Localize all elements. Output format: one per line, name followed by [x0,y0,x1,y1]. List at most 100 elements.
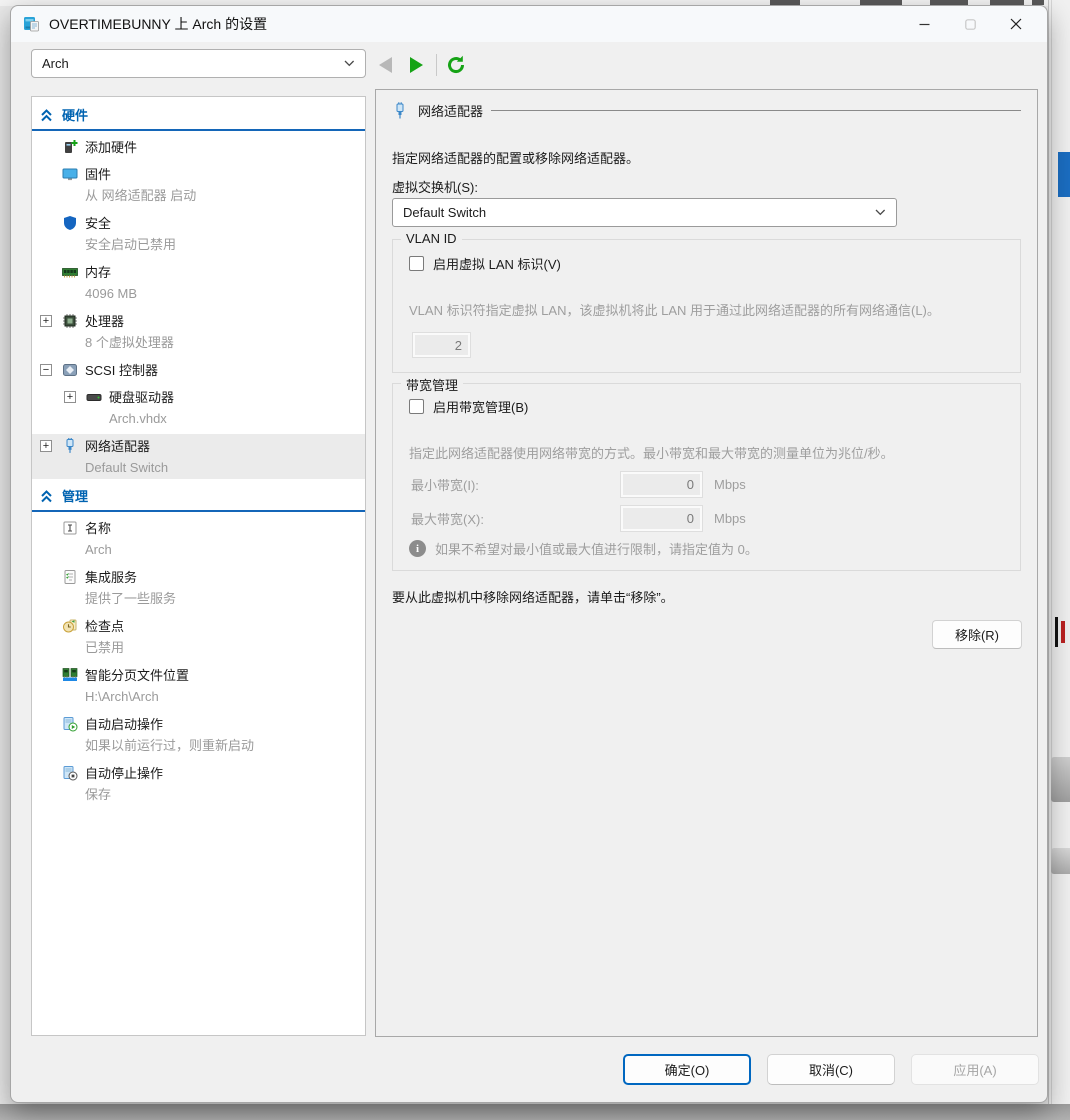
settings-sidebar: 硬件 添加硬件 [31,96,366,1036]
expand-icon[interactable]: + [64,391,76,403]
virtual-switch-value: Default Switch [403,205,875,220]
max-bandwidth-input [621,506,702,531]
window-title: OVERTIMEBUNNY 上 Arch 的设置 [49,14,267,34]
item-label: 网络适配器 [85,436,150,455]
item-label: 集成服务 [85,567,137,586]
refresh-button[interactable] [445,54,467,76]
chevron-down-icon [344,60,355,67]
background-band [1051,757,1070,802]
toolbar-separator [436,54,437,76]
firmware-icon [62,166,78,182]
item-sublabel: Default Switch [32,457,365,479]
item-sublabel: Arch [32,539,365,561]
network-adapter-icon [62,438,78,454]
collapse-icon[interactable]: − [40,364,52,376]
collapse-section-icon[interactable] [40,489,53,503]
vlan-id-input [413,333,470,357]
max-bandwidth-row: 最大带宽(X): Mbps [411,506,746,531]
remove-hint-text: 要从此虚拟机中移除网络适配器，请单击“移除”。 [392,587,674,606]
add-hardware-icon [62,139,78,155]
virtual-switch-dropdown[interactable]: Default Switch [392,198,897,227]
item-label: 安全 [85,213,111,232]
sidebar-item-checkpoints[interactable]: 检查点 已禁用 [32,614,365,659]
chevron-down-icon [875,209,886,216]
min-bandwidth-label: 最小带宽(I): [411,475,621,494]
sidebar-section-management: 管理 [32,483,365,512]
item-sublabel: 8 个虚拟处理器 [32,332,365,354]
item-label: 自动启动操作 [85,714,163,733]
minimize-button[interactable] [901,6,947,42]
bandwidth-group-label: 带宽管理 [401,375,463,394]
auto-start-icon [62,716,78,732]
info-icon: i [409,540,426,557]
max-bandwidth-label: 最大带宽(X): [411,509,621,528]
item-label: 内存 [85,262,111,281]
item-label: 名称 [85,518,111,537]
apply-button: 应用(A) [911,1054,1039,1085]
content-title: 网络适配器 [418,101,483,120]
sidebar-item-processor[interactable]: + 处理器 8 个虚拟处理器 [32,309,365,354]
vlan-description: VLAN 标识符指定虚拟 LAN，该虚拟机将此 LAN 用于通过此网络适配器的所… [409,300,1006,319]
enable-vlan-checkbox[interactable] [409,256,424,271]
sidebar-item-firmware[interactable]: 固件 从 网络适配器 启动 [32,162,365,207]
maximize-button [947,6,993,42]
sidebar-item-smart-paging[interactable]: 智能分页文件位置 H:\Arch\Arch [32,663,365,708]
remove-button[interactable]: 移除(R) [932,620,1022,649]
sidebar-item-auto-stop-action[interactable]: 自动停止操作 保存 [32,761,365,806]
item-label: 添加硬件 [85,137,137,156]
vm-selector-dropdown[interactable]: Arch [31,49,366,78]
background-band [1051,848,1070,874]
item-label: 智能分页文件位置 [85,665,189,684]
bandwidth-group: 带宽管理 启用带宽管理(B) 指定此网络适配器使用网络带宽的方式。最小带宽和最大… [392,383,1021,571]
item-sublabel: 4096 MB [32,283,365,305]
maximize-icon [965,19,976,30]
item-label: 固件 [85,164,111,183]
enable-bandwidth-label: 启用带宽管理(B) [433,397,528,416]
sidebar-section-hardware: 硬件 [32,102,365,131]
navigate-back-button [379,57,392,73]
item-sublabel: 从 网络适配器 启动 [32,185,365,207]
sidebar-item-name[interactable]: 名称 Arch [32,516,365,561]
hyperv-settings-icon [23,16,40,32]
enable-vlan-checkbox-row: 启用虚拟 LAN 标识(V) [409,254,561,273]
sidebar-item-add-hardware[interactable]: 添加硬件 [32,135,365,158]
sidebar-item-network-adapter[interactable]: + 网络适配器 Default Switch [32,434,365,479]
section-label: 硬件 [62,105,88,124]
min-bandwidth-input [621,472,702,497]
item-sublabel: 保存 [32,784,365,806]
expand-icon[interactable]: + [40,440,52,452]
bandwidth-info-row: i 如果不希望对最小值或最大值进行限制，请指定值为 0。 [409,539,758,558]
network-adapter-icon [392,102,408,120]
collapse-section-icon[interactable] [40,108,53,122]
titlebar: OVERTIMEBUNNY 上 Arch 的设置 [11,6,1047,42]
enable-bandwidth-checkbox[interactable] [409,399,424,414]
sidebar-item-memory[interactable]: 内存 4096 MB [32,260,365,305]
ok-button[interactable]: 确定(O) [623,1054,751,1085]
settings-content-pane: 网络适配器 指定网络适配器的配置或移除网络适配器。 虚拟交换机(S): Defa… [375,89,1038,1037]
min-bandwidth-unit: Mbps [714,477,746,492]
vm-selector-value: Arch [42,56,344,71]
item-label: 检查点 [85,616,124,635]
vlan-group: VLAN ID 启用虚拟 LAN 标识(V) VLAN 标识符指定虚拟 LAN，… [392,239,1021,373]
memory-icon [62,264,78,280]
item-label: 硬盘驱动器 [109,387,174,406]
item-sublabel: 安全启动已禁用 [32,234,365,256]
cancel-button[interactable]: 取消(C) [767,1054,895,1085]
minimize-icon [919,19,930,30]
scsi-controller-icon [62,362,78,378]
item-label: 自动停止操作 [85,763,163,782]
virtual-switch-label: 虚拟交换机(S): [392,177,478,196]
expand-icon[interactable]: + [40,315,52,327]
screen: OVERTIMEBUNNY 上 Arch 的设置 Arch [0,0,1070,1120]
sidebar-item-scsi-controller[interactable]: − SCSI 控制器 [32,358,365,381]
sidebar-item-hard-drive[interactable]: + 硬盘驱动器 Arch.vhdx [32,385,365,430]
item-sublabel: 如果以前运行过，则重新启动 [32,735,365,757]
sidebar-item-security[interactable]: 安全 安全启动已禁用 [32,211,365,256]
close-button[interactable] [993,6,1039,42]
navigate-forward-button[interactable] [410,57,423,73]
sidebar-item-integration-services[interactable]: 集成服务 提供了一些服务 [32,565,365,610]
item-label: 处理器 [85,311,124,330]
header-rule [491,110,1021,111]
section-label: 管理 [62,486,88,505]
sidebar-item-auto-start-action[interactable]: 自动启动操作 如果以前运行过，则重新启动 [32,712,365,757]
